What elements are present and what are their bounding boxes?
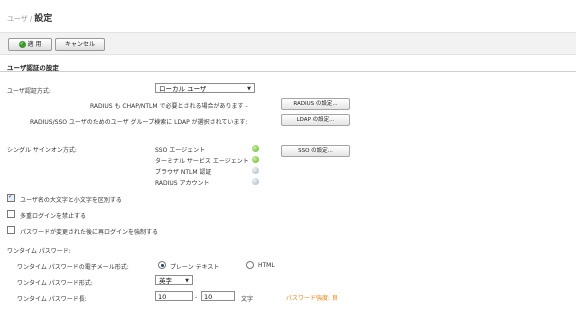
sso-method-agent: SSO エージェント bbox=[155, 147, 206, 154]
otp-length-unit: 文字 bbox=[241, 296, 254, 303]
cancel-button[interactable]: キャンセル bbox=[55, 38, 105, 51]
otp-format-plain-label: プレーン テキスト bbox=[170, 264, 220, 271]
breadcrumb-parent[interactable]: ユーザ bbox=[7, 15, 28, 23]
no-multi-login-checkbox[interactable] bbox=[7, 210, 15, 218]
breadcrumb-separator: / bbox=[29, 15, 33, 23]
otp-pw-format-label: ワンタイム パスワード形式: bbox=[17, 280, 93, 287]
status-gray-icon bbox=[252, 167, 259, 174]
radius-note: RADIUS も CHAP/NTLM で必要とされる場合があります - bbox=[90, 103, 248, 110]
chevron-down-icon: ▼ bbox=[247, 86, 251, 92]
otp-pw-format-value: 英字 bbox=[159, 277, 172, 285]
sso-method-radius-accounting: RADIUS アカウント bbox=[155, 180, 210, 187]
breadcrumb: ユーザ / 設定 bbox=[7, 11, 52, 24]
otp-length-label: ワンタイム パスワード長: bbox=[17, 296, 87, 303]
auth-method-label: ユーザ認証方式: bbox=[7, 88, 51, 95]
otp-format-html-label: HTML bbox=[258, 262, 275, 269]
radius-settings-button[interactable]: RADIUS の設定... bbox=[281, 98, 350, 110]
status-gray-icon bbox=[252, 178, 259, 185]
otp-email-format-label: ワンタイム パスワードの電子メール形式: bbox=[17, 264, 129, 271]
status-green-icon bbox=[252, 145, 259, 152]
otp-length-min-input[interactable]: 10 bbox=[155, 291, 193, 301]
case-sensitive-checkbox[interactable] bbox=[7, 193, 15, 202]
auth-method-select[interactable]: ローカル ユーザ ▼ bbox=[155, 83, 255, 93]
otp-format-plain-radio[interactable] bbox=[158, 261, 166, 269]
apply-button[interactable]: ✓ 適 用 bbox=[8, 38, 52, 51]
otp-pw-format-select[interactable]: 英字 ▼ bbox=[155, 275, 193, 285]
otp-heading: ワンタイム パスワード: bbox=[7, 248, 71, 255]
section-divider bbox=[0, 71, 576, 72]
sso-method-terminal: ターミナル サービス エージェント bbox=[155, 158, 249, 165]
chevron-down-icon: ▼ bbox=[185, 278, 189, 284]
ldap-settings-button[interactable]: LDAP の設定... bbox=[281, 114, 350, 126]
no-multi-login-label: 多重ログインを禁止する bbox=[20, 213, 87, 220]
otp-length-separator: - bbox=[195, 294, 198, 301]
force-relogin-label: パスワードが変更された後に再ログインを強制する bbox=[20, 229, 159, 236]
auth-method-value: ローカル ユーザ bbox=[159, 85, 207, 93]
sso-method-ntlm: ブラウザ NTLM 認証 bbox=[155, 169, 212, 176]
case-sensitive-label: ユーザ名の大文字と小文字を区別する bbox=[20, 197, 122, 204]
status-green-icon bbox=[252, 156, 259, 163]
page-title: 設定 bbox=[34, 14, 53, 24]
force-relogin-checkbox[interactable] bbox=[7, 226, 15, 234]
sso-settings-button[interactable]: SSO の設定... bbox=[281, 145, 350, 157]
apply-label: 適 用 bbox=[27, 41, 42, 48]
otp-format-html-radio[interactable] bbox=[246, 261, 254, 269]
ldap-note: RADIUS/SSO ユーザのためのユーザ グループ検索に LDAP が選択され… bbox=[30, 119, 248, 126]
sso-label: シングル サインオン方式: bbox=[7, 147, 77, 154]
checkmark-icon: ✓ bbox=[18, 41, 26, 48]
otp-length-max-input[interactable]: 10 bbox=[201, 291, 235, 301]
password-strength-indicator: パスワード強度: 良 bbox=[286, 295, 338, 302]
